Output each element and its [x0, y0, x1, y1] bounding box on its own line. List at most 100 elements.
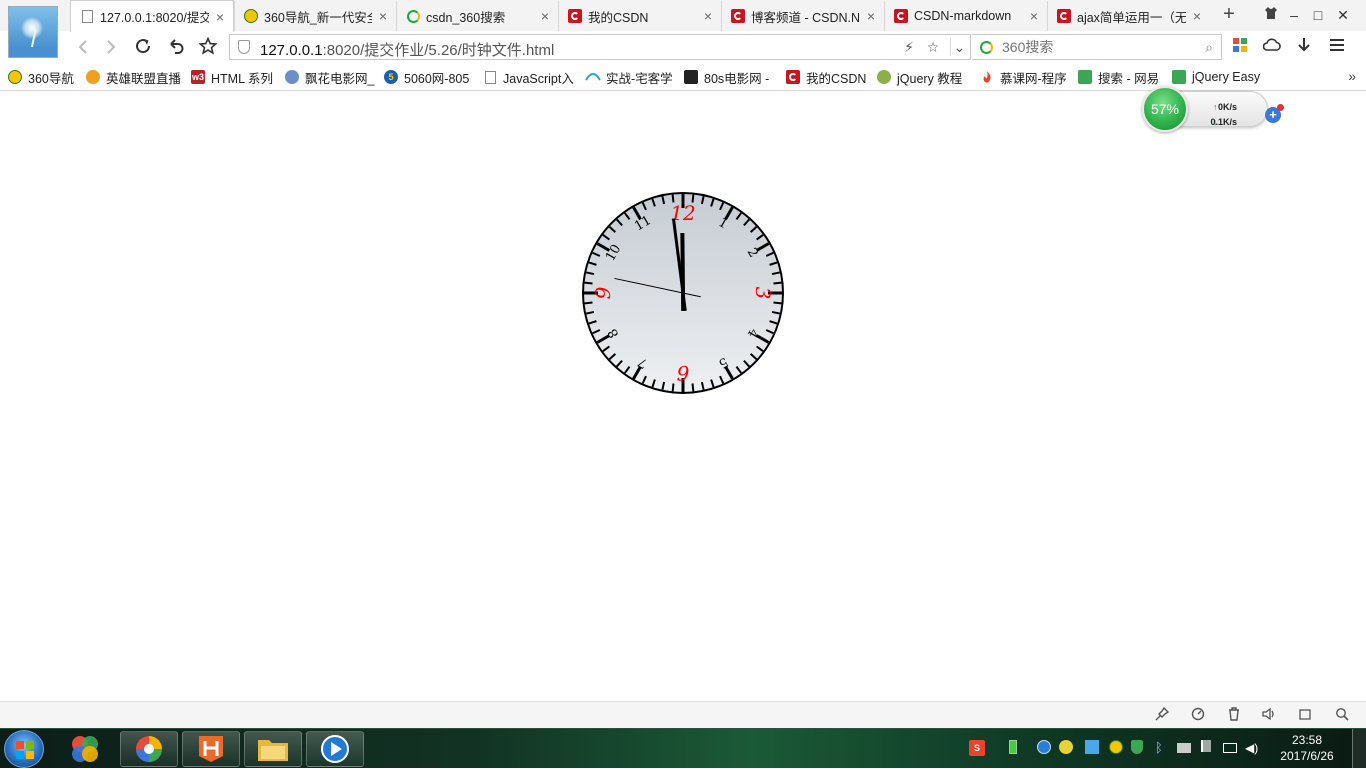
bookmark-html[interactable]: w3 HTML 系列 [190, 68, 273, 86]
menu-icon[interactable] [1326, 37, 1348, 59]
tab-360-nav[interactable]: 360导航_新一代安全 × [234, 1, 396, 31]
new-tab-button[interactable]: + [1219, 3, 1239, 27]
lightning-icon[interactable]: ⚡ [900, 38, 918, 56]
cloud-icon[interactable] [1261, 37, 1283, 59]
net-speed-widget[interactable]: ↑ 0K/s ↓ 0.1K/s + 57% [1140, 86, 1284, 132]
url-text[interactable]: 127.0.0.1:8020/提交作业/5.26/时钟文件.html [260, 39, 554, 60]
mooc-icon [979, 69, 995, 85]
bookmark-netease[interactable]: 搜索 - 网易 [1077, 68, 1159, 86]
minute-tick [671, 383, 675, 392]
minute-tick [691, 383, 695, 392]
tab-csdn-markdown[interactable]: CSDN-markdown × [884, 1, 1047, 31]
bookmark-lol[interactable]: 英雄联盟直播 [85, 68, 181, 86]
bookmark-mooc[interactable]: 慕课网-程序 [979, 68, 1067, 86]
monitor-icon[interactable] [1223, 740, 1239, 756]
taskbar-photos-app[interactable] [56, 731, 114, 767]
clock-numeral-9: 9 [591, 286, 615, 299]
notification-dot [1277, 104, 1284, 111]
maximize-button[interactable]: □ [1308, 5, 1328, 25]
shield-tray-icon[interactable] [1131, 740, 1147, 756]
network-globe-icon[interactable] [1037, 740, 1053, 756]
zhaike-icon [585, 69, 601, 85]
tab-ajax[interactable]: ajax简单运用一（无 × [1047, 1, 1210, 31]
jquery-easy-icon [1171, 69, 1187, 85]
tab-my-csdn[interactable]: 我的CSDN × [558, 1, 721, 31]
bookmark-zhaike[interactable]: 实战-宅客学 [585, 68, 673, 86]
clock-numeral-6: 6 [676, 361, 689, 385]
tray-time: 23:58 [1291, 733, 1323, 747]
pin-icon[interactable] [1153, 706, 1171, 725]
bookmark-360-nav[interactable]: 360导航 [7, 68, 74, 86]
bluetooth-icon[interactable]: ᛒ [1155, 740, 1171, 756]
bookmark-jquery[interactable]: jQuery 教程 [876, 68, 962, 86]
window-restore-icon[interactable] [1296, 707, 1314, 725]
close-icon[interactable]: × [1190, 8, 1204, 24]
close-icon[interactable]: × [376, 8, 390, 24]
taskbar-media-player[interactable] [306, 731, 364, 767]
security-icon[interactable] [1059, 740, 1075, 756]
csdn-icon [730, 8, 746, 24]
back-button[interactable] [72, 37, 94, 59]
close-icon[interactable]: × [538, 8, 552, 24]
memory-percent-ball[interactable]: 57% [1142, 86, 1188, 132]
csdn-icon [785, 69, 801, 85]
chevron-down-icon[interactable]: ⌄ [950, 38, 968, 56]
user-avatar[interactable] [8, 6, 58, 58]
bookmark-5060[interactable]: 5 5060网-805 [383, 68, 469, 86]
360-guard-icon[interactable] [1109, 740, 1125, 756]
speedup-icon[interactable] [1189, 707, 1207, 725]
show-desktop-button[interactable] [1352, 729, 1366, 769]
close-icon[interactable]: × [1027, 8, 1041, 24]
flag-icon[interactable] [1201, 740, 1217, 756]
minute-tick [773, 301, 782, 305]
bookmark-javascript[interactable]: JavaScript入 [482, 68, 574, 86]
forward-button[interactable] [100, 37, 122, 59]
film-icon [683, 69, 699, 85]
lol-icon [85, 69, 101, 85]
search-box[interactable]: ⌕ [972, 34, 1222, 60]
favorite-star-button[interactable] [197, 36, 219, 59]
tab-csdn-blog[interactable]: 博客频道 - CSDN.N × [721, 1, 884, 31]
page-icon [482, 69, 498, 85]
search-icon[interactable]: ⌕ [1205, 39, 1213, 56]
sogou-ime-icon[interactable]: S [969, 740, 985, 756]
bookmark-80s[interactable]: 80s电影网 - [683, 68, 769, 86]
close-window-button[interactable]: ✕ [1333, 5, 1353, 25]
drive-icon[interactable] [1177, 740, 1193, 756]
taskbar-hbuilder[interactable] [182, 731, 240, 767]
clock-numeral-3: 3 [751, 287, 775, 300]
undo-close-button[interactable] [165, 37, 187, 59]
taskbar-file-explorer[interactable] [244, 731, 302, 767]
360-search-icon [405, 8, 421, 24]
taskbar-360-browser[interactable] [120, 731, 178, 767]
apps-grid-icon[interactable] [1229, 37, 1251, 59]
battery-icon[interactable] [1005, 740, 1021, 756]
bookmark-piaohua[interactable]: 飘花电影网_ [284, 68, 374, 86]
bookmark-my-csdn[interactable]: 我的CSDN [785, 68, 866, 86]
bookmarks-more-button[interactable]: » [1348, 68, 1356, 84]
ime-icon[interactable] [1085, 740, 1101, 756]
bookmark-star-icon[interactable]: ☆ [924, 38, 942, 56]
address-bar[interactable]: 127.0.0.1:8020/提交作业/5.26/时钟文件.html ⚡ ☆ ⌄ [229, 34, 971, 60]
close-icon[interactable]: × [701, 8, 715, 24]
browser-status-bar [0, 701, 1366, 728]
color-wheel-icon [136, 736, 162, 762]
tab-current[interactable]: 127.0.0.1:8020/提交 × [70, 0, 234, 32]
trash-icon[interactable] [1225, 707, 1243, 725]
download-icon[interactable] [1293, 37, 1315, 59]
reload-button[interactable] [132, 37, 154, 59]
volume-icon[interactable] [1260, 707, 1278, 725]
tab-360-search[interactable]: csdn_360搜索 × [396, 1, 558, 31]
close-icon[interactable]: × [213, 9, 227, 25]
dandelion-icon [21, 17, 43, 39]
shirt-skin-icon[interactable] [1261, 5, 1281, 25]
folder-icon [258, 740, 288, 761]
search-input[interactable] [1002, 38, 1182, 56]
close-icon[interactable]: × [864, 8, 878, 24]
minimize-button[interactable]: – [1284, 5, 1304, 25]
zoom-search-icon[interactable] [1333, 707, 1351, 725]
tray-clock[interactable]: 23:58 2017/6/26 [1272, 732, 1342, 764]
bookmark-jquery-easy[interactable]: jQuery Easy [1171, 68, 1260, 86]
start-button[interactable] [4, 730, 44, 768]
volume-tray-icon[interactable]: ◀) [1245, 740, 1261, 756]
